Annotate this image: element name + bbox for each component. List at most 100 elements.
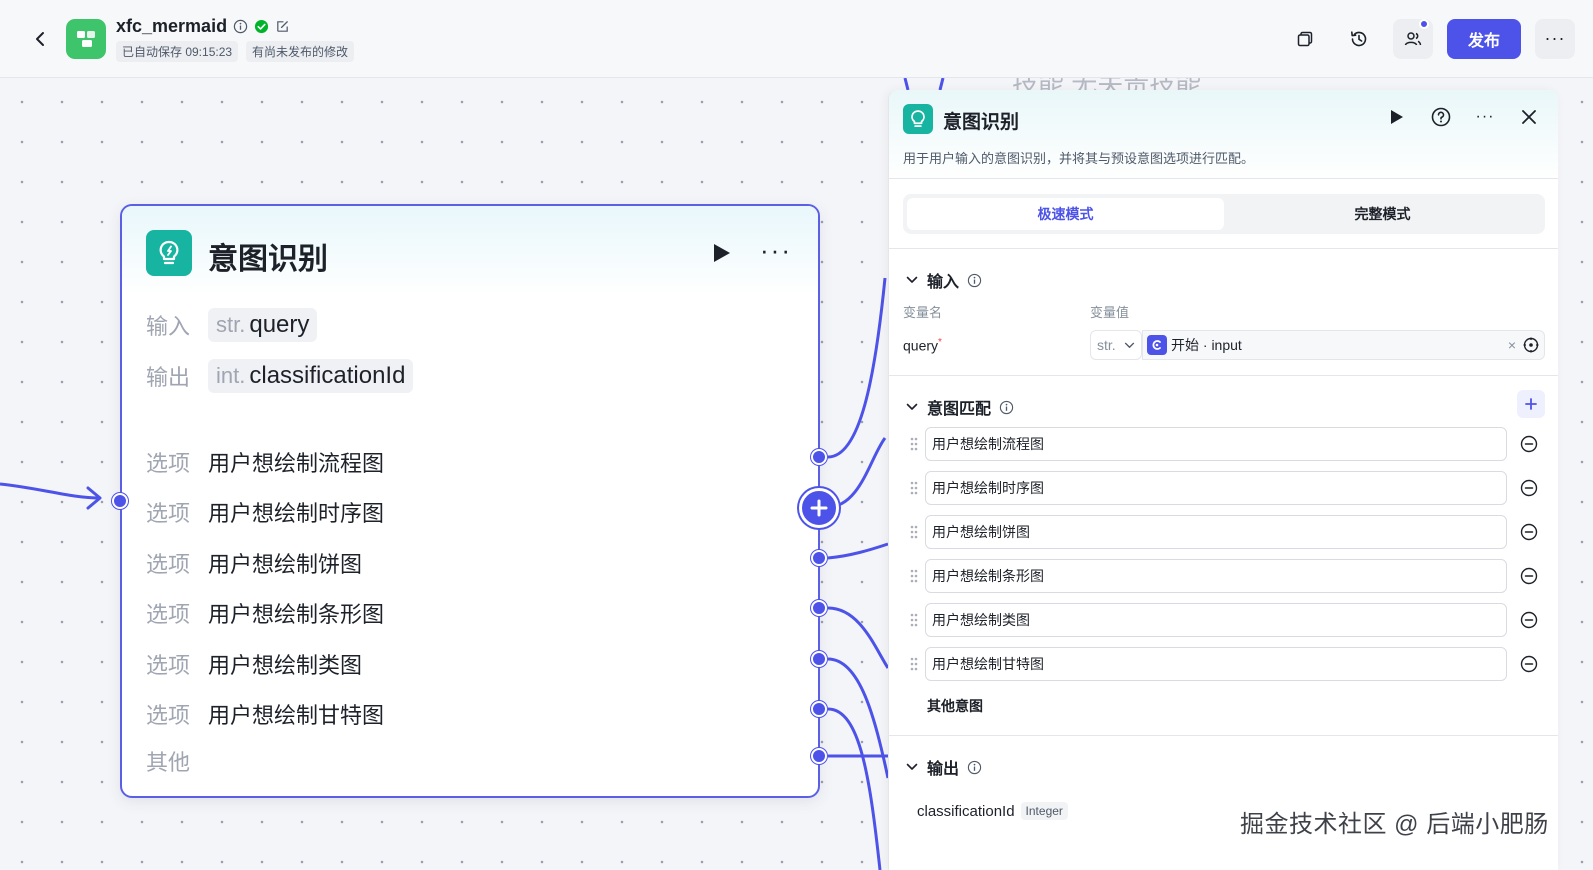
intent-node-icon [146,230,192,276]
collapse-intent-toggle[interactable] [905,400,919,414]
panel-help-button[interactable] [1430,106,1452,128]
remove-intent-button[interactable] [1519,610,1539,630]
input-port[interactable] [112,493,128,509]
publish-button[interactable]: 发布 [1447,18,1521,59]
input-section-title: 输入 [927,274,960,291]
node-more-button[interactable]: ··· [760,237,792,263]
intent-section-title: 意图匹配 [927,401,992,418]
unpublished-status: 有尚未发布的修改 [246,40,355,62]
drag-handle[interactable] [903,515,925,549]
output-port-3[interactable] [811,550,827,566]
plus-icon [810,499,828,517]
top-actions: 发布 ··· [1285,18,1575,59]
history-icon [1351,30,1367,46]
minus-circle-icon [1520,479,1538,497]
back-button[interactable] [30,29,50,49]
var-name-label: query* [903,337,942,354]
output-port-5[interactable] [811,651,827,667]
node-option-row: 选项 用户想绘制饼图 [146,552,363,577]
panel-run-button[interactable] [1386,106,1408,128]
intent-input[interactable] [925,559,1507,593]
variable-picker-button[interactable] [1522,336,1540,354]
add-branch-button[interactable] [799,488,839,528]
edge-top-a [903,78,910,91]
intent-row [903,603,1545,637]
workflow-icon [77,30,95,47]
grip-icon [910,569,918,583]
output-port-6[interactable] [811,701,827,717]
info-icon [967,273,982,287]
intent-input[interactable] [925,471,1507,505]
output-var-type: Integer [1020,802,1068,820]
copy-button[interactable] [1285,19,1325,59]
column-var-value: 变量值 [1090,305,1130,320]
intent-input[interactable] [925,647,1507,681]
node-option-row: 选项 用户想绘制流程图 [146,451,385,476]
drag-handle[interactable] [903,559,925,593]
collaborators-button[interactable] [1393,18,1433,59]
history-button[interactable] [1339,19,1379,59]
node-title: 意图识别 [208,243,328,276]
panel-close-button[interactable] [1518,106,1540,128]
tab-fast-mode[interactable]: 极速模式 [907,198,1224,230]
node-run-button[interactable] [712,242,732,269]
output-info-button[interactable] [967,760,982,775]
panel-more-button[interactable]: ··· [1474,106,1496,128]
node-other-row: 其他 [146,750,191,775]
panel-node-icon [903,104,933,134]
play-icon [714,244,730,262]
var-value-field[interactable]: 开始 · input × [1142,330,1545,360]
node-config-panel: 意图识别 ··· 用于用户输入的意图识别，并将其与预设意图选项进行匹配。 极速模… [888,90,1558,870]
output-var-name: classificationId [917,802,1015,820]
output-port-4[interactable] [811,600,827,616]
node-output-chip: int. classificationId [208,359,414,393]
more-button[interactable]: ··· [1535,18,1575,59]
tab-full-mode[interactable]: 完整模式 [1224,198,1541,230]
grip-icon [910,525,918,539]
edge-top-b [938,78,945,91]
drag-handle[interactable] [903,603,925,637]
lightbulb-icon [159,240,179,265]
input-info-button[interactable] [967,273,982,288]
remove-intent-button[interactable] [1519,654,1539,674]
drag-handle[interactable] [903,471,925,505]
node-option-row: 选项 用户想绘制甘特图 [146,703,385,728]
output-port-other[interactable] [811,748,827,764]
collapse-output-toggle[interactable] [905,760,919,774]
intent-row [903,515,1545,549]
chevron-down-icon [906,276,918,283]
more-icon: ··· [1475,108,1495,125]
remove-intent-button[interactable] [1519,478,1539,498]
remove-intent-button[interactable] [1519,434,1539,454]
drag-handle[interactable] [903,647,925,681]
top-bar: xfc_mermaid 已自动保存 09:15:23 有尚未发布的修改 发布 ·… [0,0,1593,78]
grip-icon [910,437,918,451]
edge-option-3 [827,542,889,560]
edge-option-6 [827,707,882,870]
minus-circle-icon [1520,567,1538,585]
intent-info-button[interactable] [999,400,1014,415]
more-icon: ··· [1544,28,1566,48]
edit-icon[interactable] [275,19,290,34]
intent-row [903,559,1545,593]
var-type-select[interactable]: str. [1090,330,1142,360]
output-port-1[interactable] [811,449,827,465]
remove-intent-button[interactable] [1519,566,1539,586]
app-title-block: xfc_mermaid 已自动保存 09:15:23 有尚未发布的修改 [116,15,355,62]
app-logo [66,18,106,59]
var-reference-chip: 开始 · input [1147,335,1242,355]
intent-node-card[interactable]: 意图识别 ··· 输入 str. query 输出 int. classificat… [120,204,820,798]
info-icon[interactable] [233,19,248,34]
chevron-left-icon [36,31,44,46]
remove-intent-button[interactable] [1519,522,1539,542]
collapse-input-toggle[interactable] [905,273,919,287]
minus-circle-icon [1520,611,1538,629]
watermark: 掘金技术社区 @ 后端小肥肠 [1240,811,1549,838]
intent-input[interactable] [925,427,1507,461]
clear-value-button[interactable]: × [1508,337,1516,353]
add-intent-button[interactable] [1517,390,1545,418]
intent-input[interactable] [925,603,1507,637]
app-title: xfc_mermaid [116,15,228,36]
drag-handle[interactable] [903,427,925,461]
intent-input[interactable] [925,515,1507,549]
